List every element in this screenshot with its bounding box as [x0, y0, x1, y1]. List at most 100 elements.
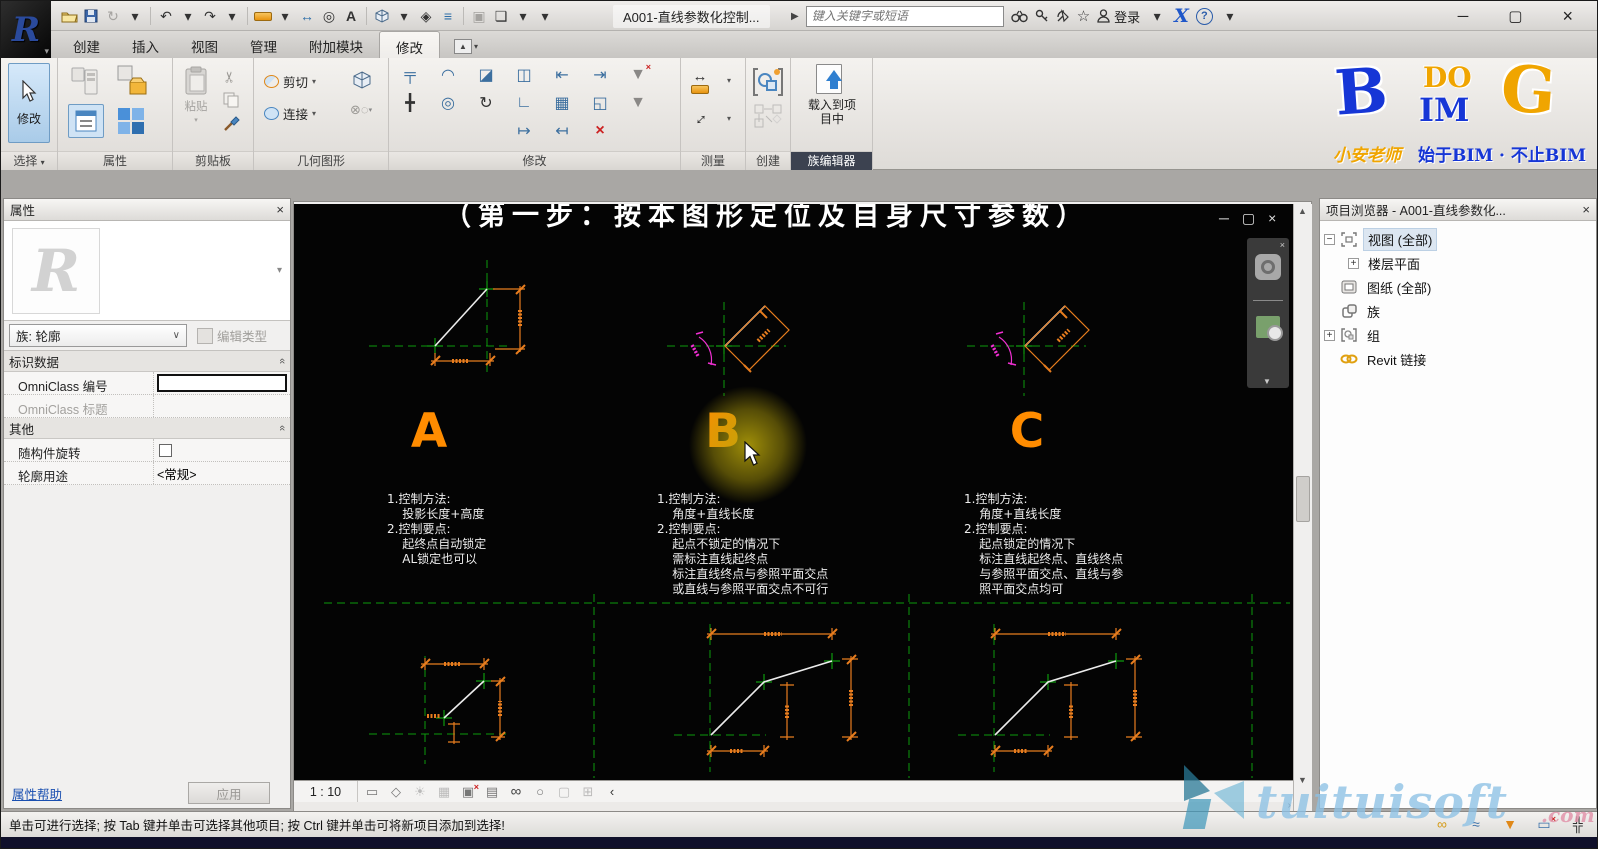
modify-tool-button[interactable]: 修改	[8, 63, 50, 143]
vertical-scrollbar[interactable]: ▲ ▼	[1293, 204, 1312, 811]
offset-icon[interactable]: ◠	[435, 62, 461, 88]
create-similar-icon[interactable]	[754, 104, 782, 128]
customize-qat-icon[interactable]: ▾	[535, 5, 555, 27]
tree-item-sheets[interactable]: 图纸 (全部)	[1324, 275, 1592, 299]
tree-item-revit-links[interactable]: Revit 链接	[1324, 347, 1592, 371]
panel-family-editor-label[interactable]: 族编辑器	[791, 151, 872, 170]
split-element-icon[interactable]: ↦	[511, 118, 537, 144]
default-3d-view-icon[interactable]	[372, 5, 392, 27]
tree-item-floor-plans[interactable]: + 楼层平面	[1324, 251, 1592, 275]
tree-item-views[interactable]: − 视图 (全部)	[1324, 227, 1592, 251]
reveal-hidden-elements-icon[interactable]: ∞	[506, 782, 526, 802]
tab-modify[interactable]: 修改	[379, 31, 440, 58]
align-icon[interactable]: ╤	[397, 62, 423, 88]
copy-to-clipboard-icon[interactable]	[223, 92, 239, 108]
panel-geometry-label[interactable]: 几何图形	[254, 151, 388, 170]
tree-label-revit-links[interactable]: Revit 链接	[1363, 349, 1430, 370]
favorites-icon[interactable]: ☆	[1077, 5, 1090, 27]
section-collapse-icon[interactable]: «	[276, 358, 288, 364]
show-crop-region-icon[interactable]: ▤	[482, 782, 502, 802]
search-input[interactable]	[806, 6, 1004, 27]
drawing-canvas[interactable]: （第一步：按本图形定位及自身尺寸参数） ─ ▢ × × ▼	[294, 204, 1293, 780]
sign-in[interactable]: 登录	[1097, 7, 1140, 26]
type-selector-dropdown-icon[interactable]: ▾	[277, 265, 282, 276]
cut-to-clipboard-icon[interactable]: ✂	[220, 71, 238, 84]
rotate-with-component-checkbox[interactable]	[159, 444, 172, 457]
help-icon[interactable]: ?	[1196, 8, 1213, 25]
apply-button[interactable]: 应用	[188, 782, 270, 804]
sync-dropdown-icon[interactable]: ▾	[125, 5, 145, 27]
close-button[interactable]: ×	[1562, 6, 1573, 27]
panel-clipboard-label[interactable]: 剪贴板	[173, 151, 253, 170]
paste-button[interactable]: 粘贴 ▾	[183, 66, 209, 124]
properties-palette-icon[interactable]	[70, 66, 100, 98]
view-scale[interactable]: 1 : 10	[294, 781, 358, 802]
scroll-up-icon[interactable]: ▲	[1298, 206, 1307, 216]
family-category-icon[interactable]	[116, 64, 150, 98]
infocenter-toggle-icon[interactable]: ▶	[791, 11, 799, 22]
thin-lines-icon[interactable]: ≡	[438, 5, 458, 27]
measure-dropdown-icon[interactable]: ▾	[275, 5, 295, 27]
application-menu-button[interactable]: R ▾	[1, 1, 51, 58]
measure-icon[interactable]	[253, 5, 273, 27]
undo-dropdown-icon[interactable]: ▾	[178, 5, 198, 27]
redo-dropdown-icon[interactable]: ▾	[222, 5, 242, 27]
measure-along-element-icon[interactable]: ↔	[686, 105, 712, 131]
search-icon[interactable]	[1011, 5, 1028, 27]
zoom-tool-icon[interactable]	[1256, 316, 1280, 338]
match-type-icon[interactable]	[223, 114, 241, 132]
select-by-face-toggle-icon[interactable]: ▭×	[1531, 813, 1557, 835]
3d-dropdown-icon[interactable]: ▾	[394, 5, 414, 27]
close-hidden-windows-icon[interactable]: ▣	[469, 5, 489, 27]
section-other[interactable]: 其他 «	[4, 418, 290, 439]
pin-icon[interactable]: ▼	[625, 90, 651, 116]
tab-manage[interactable]: 管理	[234, 31, 293, 58]
switch-windows-icon[interactable]: ❏	[491, 5, 511, 27]
switch-windows-dropdown-icon[interactable]: ▾	[513, 5, 533, 27]
select-pinned-toggle-icon[interactable]: ▼	[1497, 813, 1523, 835]
cut-geometry-button[interactable]: 剪切▾	[264, 72, 316, 91]
project-browser-close-icon[interactable]: ×	[1582, 202, 1590, 217]
communication-center-icon[interactable]	[1056, 5, 1070, 27]
redo-icon[interactable]: ↷	[200, 5, 220, 27]
family-types-grid-icon[interactable]	[116, 106, 146, 136]
text-icon[interactable]: A	[341, 5, 361, 27]
delete-icon[interactable]: ×	[587, 118, 613, 144]
properties-close-icon[interactable]: ×	[276, 202, 284, 217]
mirror-draw-axis-icon[interactable]: ◫	[511, 62, 537, 88]
section-collapse-icon[interactable]: «	[276, 425, 288, 431]
viewbar-collapse-icon[interactable]: ‹	[602, 782, 622, 802]
tree-label-families[interactable]: 族	[1363, 301, 1384, 322]
exchange-apps-icon[interactable]: X	[1174, 5, 1189, 27]
array-icon[interactable]: ▦	[549, 90, 575, 116]
analysis-display-icon[interactable]: ⊞	[578, 782, 598, 802]
shadows-icon[interactable]: ▦	[434, 782, 454, 802]
help-dropdown-icon[interactable]: ▾	[1220, 5, 1240, 27]
save-icon[interactable]	[81, 5, 101, 27]
scroll-right-icon[interactable]: ›	[1288, 800, 1291, 811]
join-geometry-button[interactable]: 连接▾	[264, 104, 316, 123]
mirror-pick-axis-icon[interactable]: ◪	[473, 62, 499, 88]
section-icon[interactable]: ◈	[416, 5, 436, 27]
tab-view[interactable]: 视图	[175, 31, 234, 58]
split-with-gap-icon[interactable]: ↤	[549, 118, 575, 144]
panel-create-label[interactable]: 创建	[746, 151, 790, 170]
visual-style-icon[interactable]: ◇	[386, 782, 406, 802]
view-restore-icon[interactable]: ▢	[1242, 210, 1255, 227]
detail-level-icon[interactable]: ▭	[362, 782, 382, 802]
move-witness-icon[interactable]: ⇤	[549, 62, 575, 88]
tab-addins[interactable]: 附加模块	[293, 31, 379, 58]
profile-usage-value[interactable]: <常规>	[154, 462, 290, 484]
tab-create[interactable]: 创建	[57, 31, 116, 58]
copy-icon[interactable]: ◎	[435, 90, 461, 116]
scroll-down-icon[interactable]: ▼	[1298, 775, 1307, 785]
move-icon[interactable]: ╋	[397, 90, 423, 116]
properties-help-link[interactable]: 属性帮助	[12, 784, 62, 803]
ribbon-display-toggle[interactable]: ▲ ▾	[454, 39, 478, 54]
view-minimize-icon[interactable]: ─	[1219, 210, 1229, 227]
tab-insert[interactable]: 插入	[116, 31, 175, 58]
select-underlay-toggle-icon[interactable]: ≈	[1463, 813, 1489, 835]
demolish-icon[interactable]: ⊗◌▾	[350, 102, 372, 118]
undo-icon[interactable]: ↶	[156, 5, 176, 27]
view-close-icon[interactable]: ×	[1268, 210, 1276, 227]
